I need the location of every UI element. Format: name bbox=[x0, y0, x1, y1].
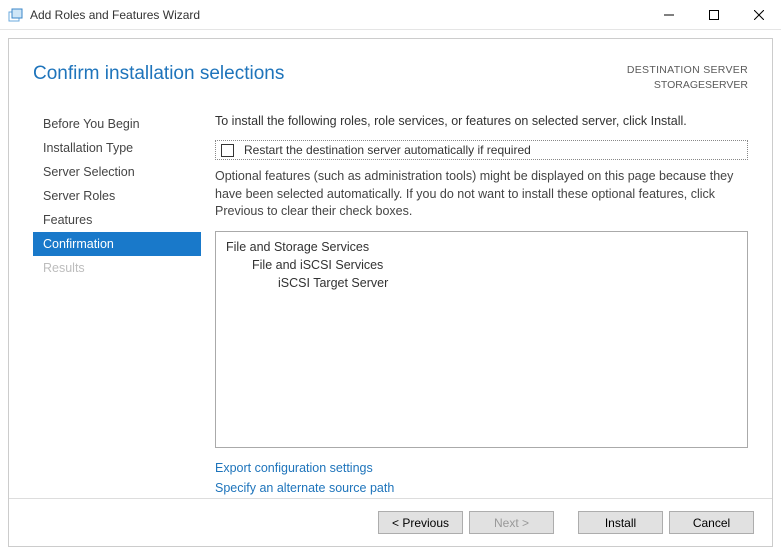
next-button: Next > bbox=[469, 511, 554, 534]
alternate-source-link[interactable]: Specify an alternate source path bbox=[215, 478, 748, 498]
list-item: File and iSCSI Services bbox=[226, 258, 737, 272]
sidebar-item-features[interactable]: Features bbox=[33, 208, 201, 232]
maximize-button[interactable] bbox=[691, 0, 736, 29]
restart-checkbox[interactable] bbox=[221, 144, 234, 157]
restart-checkbox-label: Restart the destination server automatic… bbox=[244, 143, 531, 157]
window-controls bbox=[646, 0, 781, 29]
list-item: File and Storage Services bbox=[226, 240, 737, 254]
titlebar: Add Roles and Features Wizard bbox=[0, 0, 781, 30]
export-config-link[interactable]: Export configuration settings bbox=[215, 458, 748, 478]
wizard-footer: < Previous Next > Install Cancel bbox=[9, 498, 772, 546]
minimize-button[interactable] bbox=[646, 0, 691, 29]
sidebar-item-before-you-begin[interactable]: Before You Begin bbox=[33, 112, 201, 136]
sidebar-item-server-selection[interactable]: Server Selection bbox=[33, 160, 201, 184]
sidebar-item-confirmation[interactable]: Confirmation bbox=[33, 232, 201, 256]
destination-info: DESTINATION SERVER STORAGESERVER bbox=[627, 63, 748, 92]
previous-button[interactable]: < Previous bbox=[378, 511, 463, 534]
app-icon bbox=[8, 7, 24, 23]
install-button[interactable]: Install bbox=[578, 511, 663, 534]
sidebar-item-server-roles[interactable]: Server Roles bbox=[33, 184, 201, 208]
sidebar-item-results: Results bbox=[33, 256, 201, 280]
destination-server: STORAGESERVER bbox=[627, 78, 748, 93]
optional-features-note: Optional features (such as administratio… bbox=[215, 168, 748, 221]
close-button[interactable] bbox=[736, 0, 781, 29]
sidebar-item-installation-type[interactable]: Installation Type bbox=[33, 136, 201, 160]
window-title: Add Roles and Features Wizard bbox=[30, 8, 646, 22]
wizard-steps-sidebar: Before You Begin Installation Type Serve… bbox=[33, 102, 201, 498]
destination-label: DESTINATION SERVER bbox=[627, 63, 748, 78]
instruction-text: To install the following roles, role ser… bbox=[215, 114, 748, 128]
selections-list: File and Storage Services File and iSCSI… bbox=[215, 231, 748, 448]
restart-checkbox-row[interactable]: Restart the destination server automatic… bbox=[215, 140, 748, 160]
list-item: iSCSI Target Server bbox=[226, 276, 737, 290]
page-title: Confirm installation selections bbox=[33, 63, 284, 85]
cancel-button[interactable]: Cancel bbox=[669, 511, 754, 534]
